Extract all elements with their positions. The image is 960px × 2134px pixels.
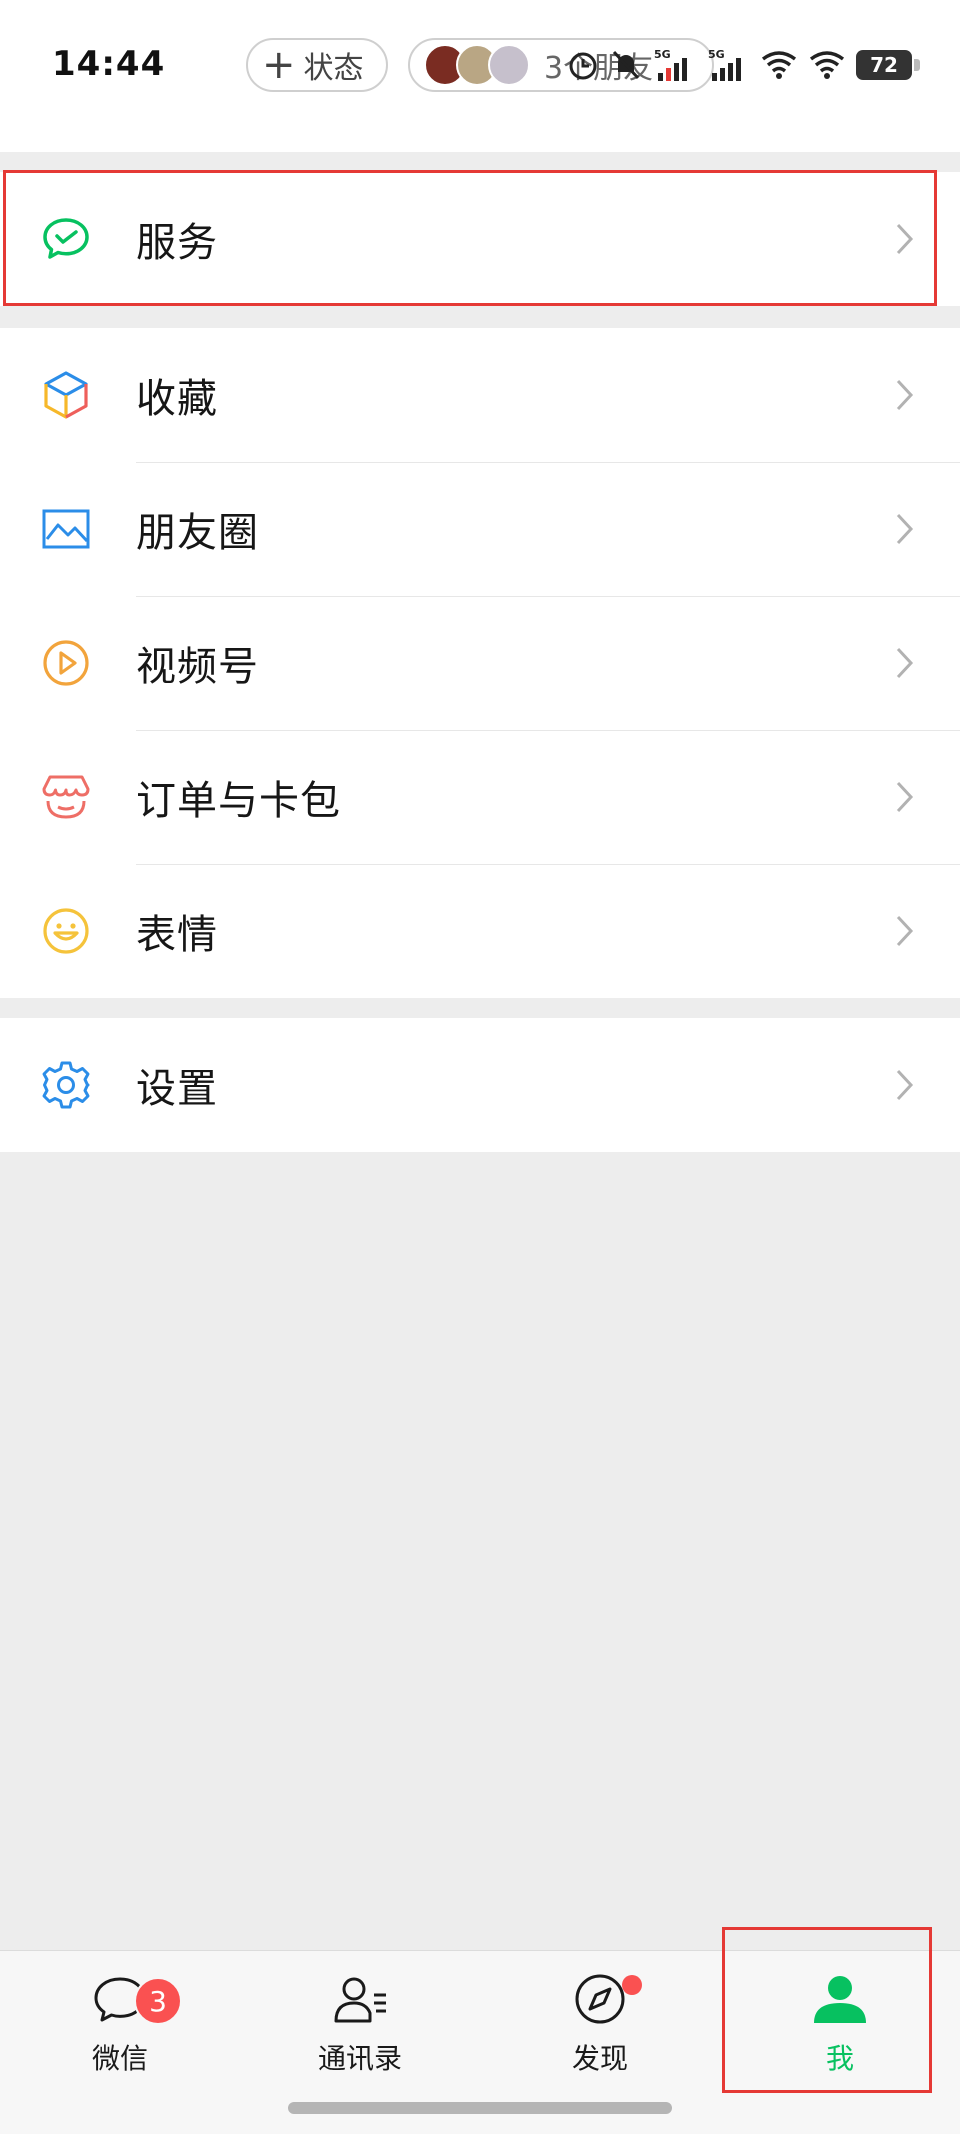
chevron-right-icon [896, 781, 914, 813]
menu-item-label: 表情 [136, 912, 218, 958]
settings-group: 设置 [0, 1018, 960, 1152]
tab-discover[interactable]: 发现 [500, 1969, 700, 2079]
chevron-right-icon [896, 379, 914, 411]
svg-text:5G: 5G [654, 48, 671, 61]
home-indicator[interactable] [288, 2102, 672, 2114]
friend-avatars [424, 44, 530, 86]
tab-label: 发现 [571, 2042, 628, 2075]
clock: 14:44 [52, 44, 166, 84]
plus-icon: + [262, 42, 296, 88]
menu-item-channels[interactable]: 视频号 [0, 596, 960, 730]
tab-label: 通讯录 [317, 2042, 402, 2075]
compass-icon [575, 1974, 625, 2024]
smile-icon [43, 908, 89, 954]
features-group: 收藏 朋友圈 视频号 订单与卡包 表情 [0, 328, 960, 998]
wifi-icon [809, 51, 845, 79]
tab-label: 我 [825, 2042, 854, 2075]
status-button[interactable]: + 状态 [246, 38, 388, 92]
chevron-right-icon [896, 223, 914, 255]
status-bar: 14:44 + 状态 3个朋友 5G 5G 72 [0, 0, 960, 152]
svg-text:5G: 5G [708, 48, 725, 61]
avatar [488, 44, 530, 86]
menu-item-settings[interactable]: 设置 [0, 1018, 960, 1152]
alarm-icon [569, 52, 597, 80]
person-icon [814, 1976, 866, 2023]
tab-label: 微信 [91, 2042, 148, 2075]
chevron-right-icon [896, 647, 914, 679]
cube-icon [44, 371, 88, 419]
play-circle-icon [43, 640, 89, 686]
battery-icon: 72 [856, 50, 920, 80]
wechat-pay-icon [43, 218, 89, 259]
contacts-icon [334, 1977, 386, 2023]
signal-5g-icon: 5G [708, 48, 741, 81]
menu-item-label: 朋友圈 [136, 510, 259, 556]
wifi-icon [761, 51, 797, 79]
unread-badge: 3 [134, 1977, 182, 2025]
chevron-right-icon [896, 1069, 914, 1101]
menu-item-label: 服务 [136, 220, 218, 266]
menu-item-moments[interactable]: 朋友圈 [0, 462, 960, 596]
menu-item-label: 视频号 [136, 644, 259, 690]
status-label: 状态 [303, 51, 364, 86]
service-group: 服务 [0, 172, 960, 306]
tab-contacts[interactable]: 通讯录 [260, 1969, 460, 2079]
menu-item-label: 收藏 [136, 376, 218, 422]
chevron-right-icon [896, 513, 914, 545]
chevron-right-icon [896, 915, 914, 947]
gear-icon [42, 1061, 90, 1109]
mute-icon [612, 50, 640, 80]
shop-icon [42, 775, 90, 819]
notification-dot [622, 1975, 642, 1995]
system-icons: 5G 5G 72 [566, 40, 920, 90]
menu-item-favorites[interactable]: 收藏 [0, 328, 960, 462]
menu-item-label: 设置 [136, 1066, 218, 1112]
tab-me[interactable]: 我 [740, 1969, 940, 2079]
tab-chats[interactable]: 微信 3 [20, 1969, 220, 2079]
menu-item-stickers[interactable]: 表情 [0, 864, 960, 998]
menu-item-orders[interactable]: 订单与卡包 [0, 730, 960, 864]
image-icon [42, 509, 90, 549]
menu-item-service[interactable]: 服务 [0, 172, 960, 306]
menu-item-label: 订单与卡包 [136, 778, 341, 824]
signal-5g-icon: 5G [654, 48, 687, 81]
